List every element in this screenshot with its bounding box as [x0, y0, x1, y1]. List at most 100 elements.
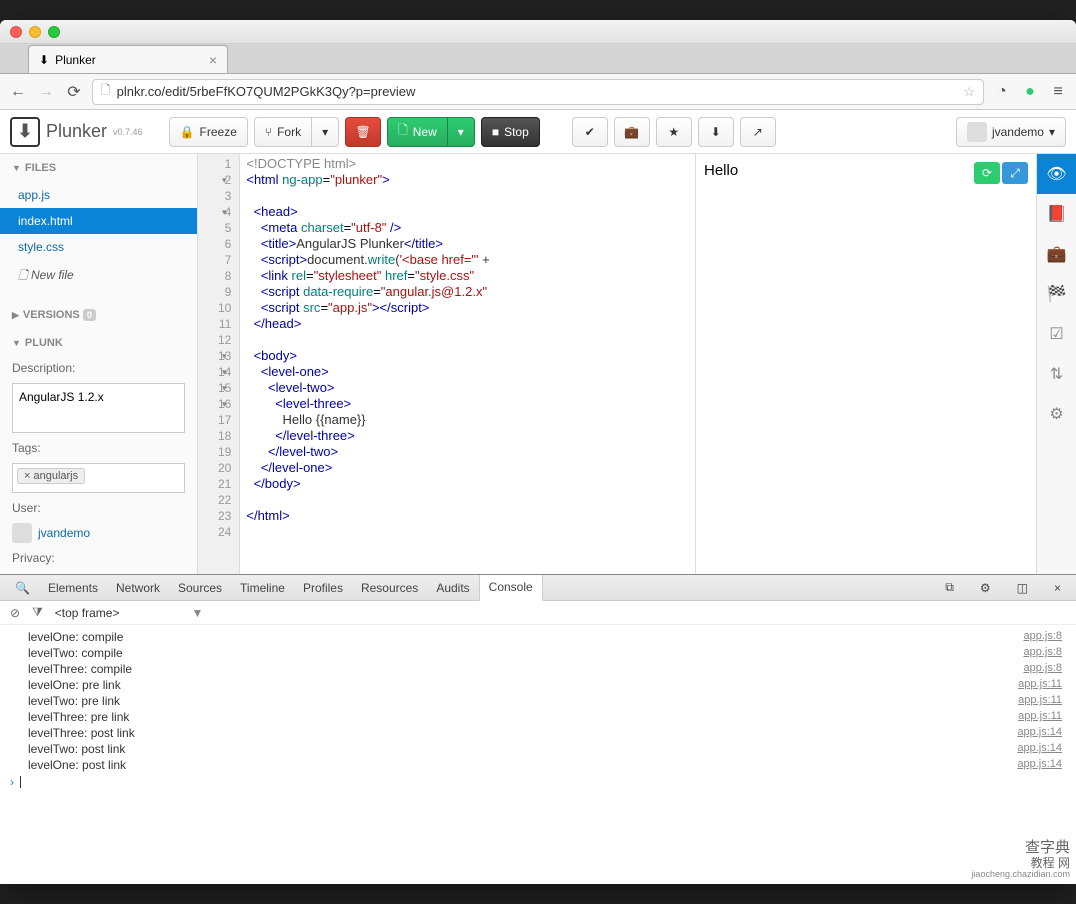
- source-link[interactable]: app.js:11: [1018, 678, 1062, 692]
- tag-chip[interactable]: × angularjs: [17, 468, 85, 484]
- open-external-button[interactable]: ↗: [740, 117, 776, 147]
- rail-settings-button[interactable]: ⚙: [1037, 394, 1076, 434]
- source-link[interactable]: app.js:11: [1018, 694, 1062, 708]
- avatar-icon: [967, 122, 987, 142]
- filter-icon[interactable]: ⧩: [32, 605, 43, 620]
- fork-button[interactable]: ⑂Fork: [254, 117, 312, 147]
- source-link[interactable]: app.js:14: [1017, 726, 1062, 740]
- rail-docs-button[interactable]: 📕: [1037, 194, 1076, 234]
- logo-text: Plunker: [46, 121, 107, 142]
- source-link[interactable]: app.js:8: [1023, 630, 1062, 644]
- freeze-button[interactable]: 🔒Freeze: [169, 117, 248, 147]
- tags-label: Tags:: [0, 437, 197, 459]
- description-input[interactable]: AngularJS 1.2.x: [12, 383, 185, 433]
- rail-dashboard-button[interactable]: 🏁: [1037, 274, 1076, 314]
- devtools-tab[interactable]: Sources: [169, 575, 231, 601]
- console-log-row: levelOne: post linkapp.js:14: [0, 757, 1076, 773]
- console-log-row: levelTwo: pre linkapp.js:11: [0, 693, 1076, 709]
- source-link[interactable]: app.js:8: [1023, 646, 1062, 660]
- tags-input[interactable]: × angularjs: [12, 463, 185, 493]
- console-prompt[interactable]: ›: [0, 773, 1076, 791]
- console-log-row: levelTwo: post linkapp.js:14: [0, 741, 1076, 757]
- download-button[interactable]: ⬇: [698, 117, 734, 147]
- frame-selector[interactable]: <top frame>: [55, 606, 120, 620]
- user-menu-button[interactable]: jvandemo ▾: [956, 117, 1066, 147]
- devtools-tab[interactable]: Network: [107, 575, 169, 601]
- file-item[interactable]: index.html: [0, 208, 197, 234]
- download-icon: ⬇: [39, 53, 49, 67]
- rail-toolbox-button[interactable]: 💼: [1037, 234, 1076, 274]
- code-editor[interactable]: 1▾23▾456789101112▾13▾14▾15▾1617181920212…: [198, 154, 696, 574]
- devtools-tab[interactable]: Elements: [39, 575, 107, 601]
- minimize-window-icon[interactable]: [29, 26, 41, 38]
- file-item[interactable]: app.js: [0, 182, 197, 208]
- external-link-icon: ↗: [753, 125, 763, 139]
- source-link[interactable]: app.js:11: [1018, 710, 1062, 724]
- devtools-tab[interactable]: Resources: [352, 575, 427, 601]
- user-label: User:: [0, 497, 197, 519]
- watermark: 查字典 教程 网 jiaocheng.chazidian.com: [971, 840, 1070, 880]
- rail-preview-button[interactable]: 👁: [1037, 154, 1076, 194]
- description-label: Description:: [0, 357, 197, 379]
- devtools-tab[interactable]: Console: [479, 575, 543, 601]
- sidebar: ▼FILES app.jsindex.htmlstyle.css 🗋 New f…: [0, 154, 198, 574]
- fork-dropdown[interactable]: ▾: [312, 117, 339, 147]
- new-button[interactable]: 🗋New: [387, 117, 448, 147]
- devtools-tab[interactable]: Audits: [427, 575, 478, 601]
- gauge-icon: 🏁: [1047, 284, 1067, 304]
- plunker-logo[interactable]: ⬇ Plunker v0.7.46: [10, 117, 143, 147]
- console-output: levelOne: compileapp.js:8levelTwo: compi…: [0, 625, 1076, 884]
- extension-icon[interactable]: ◔: [992, 83, 1012, 101]
- close-tab-icon[interactable]: ×: [209, 52, 217, 68]
- preview-output: Hello: [704, 162, 738, 179]
- user-link[interactable]: jvandemo: [0, 519, 197, 547]
- browser-navbar: ← → ⟳ 🗋 plnkr.co/edit/5rbeFfKO7QUM2PGkK3…: [0, 74, 1076, 110]
- versions-header[interactable]: ▶VERSIONS 0: [0, 301, 197, 329]
- new-dropdown[interactable]: ▾: [448, 117, 475, 147]
- devtools-close-icon[interactable]: ×: [1045, 575, 1070, 601]
- download-icon: ⬇: [711, 125, 721, 139]
- star-outline-icon[interactable]: ☆: [963, 84, 975, 100]
- devtools-tab[interactable]: Timeline: [231, 575, 294, 601]
- source-link[interactable]: app.js:14: [1017, 742, 1062, 756]
- files-header[interactable]: ▼FILES: [0, 154, 197, 182]
- new-file-item[interactable]: 🗋 New file: [0, 260, 197, 293]
- devtools-tab[interactable]: Profiles: [294, 575, 352, 601]
- frame-dropdown-icon[interactable]: ▼: [192, 606, 204, 620]
- devtools-drawer-icon[interactable]: ⧉: [936, 575, 963, 601]
- check-button[interactable]: ✔: [572, 117, 608, 147]
- source-link[interactable]: app.js:14: [1017, 758, 1062, 772]
- file-item[interactable]: style.css: [0, 234, 197, 260]
- address-bar[interactable]: 🗋 plnkr.co/edit/5rbeFfKO7QUM2PGkK3Qy?p=p…: [92, 79, 984, 105]
- reload-icon[interactable]: ⟳: [64, 82, 84, 102]
- browser-tab[interactable]: ⬇ Plunker ×: [28, 45, 228, 73]
- forward-icon[interactable]: →: [36, 83, 56, 101]
- privacy-label: Privacy:: [0, 547, 197, 569]
- rail-tasks-button[interactable]: ☑: [1037, 314, 1076, 354]
- console-log-row: levelOne: compileapp.js:8: [0, 629, 1076, 645]
- browser-tabstrip: ⬇ Plunker ×: [0, 44, 1076, 74]
- rail-retweet-button[interactable]: ⇅: [1037, 354, 1076, 394]
- briefcase-button[interactable]: 💼: [614, 117, 650, 147]
- refresh-preview-button[interactable]: ⟳: [974, 162, 1000, 184]
- plunk-header[interactable]: ▼PLUNK: [0, 329, 197, 357]
- clear-console-icon[interactable]: ⊘: [10, 606, 20, 620]
- username-label: jvandemo: [992, 125, 1044, 139]
- back-icon[interactable]: ←: [8, 83, 28, 101]
- chevron-down-icon: ▾: [1049, 125, 1055, 139]
- close-window-icon[interactable]: [10, 26, 22, 38]
- zoom-window-icon[interactable]: [48, 26, 60, 38]
- status-dot-icon[interactable]: ●: [1020, 83, 1040, 101]
- app-toolbar: ⬇ Plunker v0.7.46 🔒Freeze ⑂Fork ▾ 🗑 🗋New…: [0, 110, 1076, 154]
- expand-preview-button[interactable]: ⤢: [1002, 162, 1028, 184]
- stop-button[interactable]: ■Stop: [481, 117, 540, 147]
- source-link[interactable]: app.js:8: [1023, 662, 1062, 676]
- chrome-menu-icon[interactable]: ≡: [1048, 83, 1068, 101]
- devtools-settings-icon[interactable]: ⚙: [971, 575, 1000, 601]
- console-filter-bar: ⊘ ⧩ <top frame> ▼: [0, 601, 1076, 625]
- devtools-search-icon[interactable]: 🔍: [6, 575, 39, 601]
- devtools-dock-icon[interactable]: ◫: [1008, 575, 1037, 601]
- url-text: plnkr.co/edit/5rbeFfKO7QUM2PGkK3Qy?p=pre…: [117, 84, 416, 99]
- favorite-button[interactable]: ★: [656, 117, 692, 147]
- delete-button[interactable]: 🗑: [345, 117, 381, 147]
